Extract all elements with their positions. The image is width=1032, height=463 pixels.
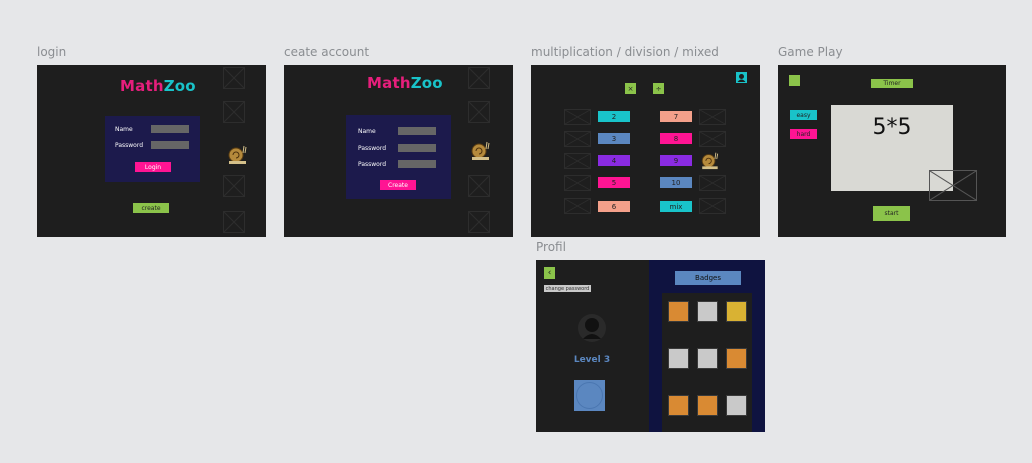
hard-button[interactable]: hard (790, 129, 817, 139)
login-frame: MathZoo Name Password Login create (37, 65, 266, 237)
badge-item[interactable] (697, 301, 718, 322)
level-text: Level 3 (573, 355, 611, 365)
frame-label-profile: Profil (536, 240, 566, 254)
password-input[interactable] (151, 141, 189, 149)
login-panel: Name Password Login (105, 116, 200, 182)
badge-item[interactable] (697, 395, 718, 416)
number-button-9[interactable]: 9 (660, 155, 692, 166)
image-placeholder (699, 175, 726, 191)
level-badge-icon (574, 380, 605, 411)
create-link-button[interactable]: create (133, 203, 169, 213)
logo-part-zoo: Zoo (410, 74, 443, 92)
image-placeholder (564, 198, 591, 214)
app-logo: MathZoo (120, 77, 196, 95)
image-placeholder (564, 175, 591, 191)
mix-button[interactable]: mix (660, 201, 692, 212)
badge-item[interactable] (726, 301, 747, 322)
name-label: Name (358, 128, 376, 135)
create-account-frame: MathZoo Name Password Password Create (284, 65, 513, 237)
back-button[interactable]: ‹ (544, 267, 555, 279)
image-placeholder (468, 101, 490, 123)
badge-item[interactable] (668, 301, 689, 322)
image-placeholder (223, 101, 245, 123)
badge-item[interactable] (668, 348, 689, 369)
number-button-2[interactable]: 2 (598, 111, 630, 122)
logo-part-math: Math (120, 77, 164, 95)
start-button[interactable]: start (873, 206, 910, 221)
image-placeholder (699, 198, 726, 214)
profile-icon[interactable] (736, 72, 747, 83)
easy-button[interactable]: easy (790, 110, 817, 120)
password-label: Password (115, 142, 144, 149)
number-button-7[interactable]: 7 (660, 111, 692, 122)
badge-item[interactable] (668, 395, 689, 416)
number-button-8[interactable]: 8 (660, 133, 692, 144)
image-placeholder (223, 67, 245, 89)
login-button[interactable]: Login (135, 162, 171, 172)
gameplay-frame: Timer easy hard 5*5 start (778, 65, 1006, 237)
snail-icon (471, 141, 490, 160)
snail-icon (701, 152, 719, 170)
image-placeholder (699, 109, 726, 125)
number-button-6[interactable]: 6 (598, 201, 630, 212)
password-input[interactable] (398, 144, 436, 152)
name-label: Name (115, 126, 133, 133)
app-logo: MathZoo (367, 74, 443, 92)
avatar-icon (578, 314, 606, 342)
badge-item[interactable] (697, 348, 718, 369)
question-text: 5*5 (872, 115, 912, 140)
image-placeholder (564, 109, 591, 125)
profile-frame: ‹ change password Level 3 Badges (536, 260, 765, 432)
image-placeholder (699, 131, 726, 147)
frame-label-gameplay: Game Play (778, 45, 843, 59)
badge-item[interactable] (726, 395, 747, 416)
image-placeholder (223, 175, 245, 197)
number-button-10[interactable]: 10 (660, 177, 692, 188)
multiply-button[interactable]: × (625, 83, 636, 94)
confirm-password-input[interactable] (398, 160, 436, 168)
image-placeholder (468, 67, 490, 89)
name-input[interactable] (151, 125, 189, 133)
image-placeholder (468, 211, 490, 233)
logo-part-zoo: Zoo (163, 77, 196, 95)
badges-title: Badges (675, 271, 741, 285)
frame-label-login: login (37, 45, 67, 59)
create-account-panel: Name Password Password Create (346, 115, 451, 199)
frame-label-create-account: ceate account (284, 45, 370, 59)
badge-item[interactable] (726, 348, 747, 369)
image-placeholder (223, 211, 245, 233)
timer-label: Timer (871, 79, 913, 88)
number-button-3[interactable]: 3 (598, 133, 630, 144)
number-button-4[interactable]: 4 (598, 155, 630, 166)
change-password-button[interactable]: change password (544, 285, 591, 292)
operations-frame: × ÷ 2 3 4 5 6 7 8 9 10 mix (531, 65, 760, 237)
password-label: Password (358, 145, 387, 152)
frame-label-operations: multiplication / division / mixed (531, 45, 719, 59)
confirm-password-label: Password (358, 161, 387, 168)
logo-part-math: Math (367, 74, 411, 92)
image-placeholder (564, 131, 591, 147)
snail-icon (228, 145, 247, 164)
image-placeholder (929, 170, 977, 201)
back-button[interactable] (789, 75, 800, 86)
badges-panel: Badges (649, 260, 765, 432)
create-button[interactable]: Create (380, 180, 416, 190)
name-input[interactable] (398, 127, 436, 135)
image-placeholder (564, 153, 591, 169)
image-placeholder (468, 175, 490, 197)
number-button-5[interactable]: 5 (598, 177, 630, 188)
divide-button[interactable]: ÷ (653, 83, 664, 94)
badges-grid (662, 293, 752, 432)
